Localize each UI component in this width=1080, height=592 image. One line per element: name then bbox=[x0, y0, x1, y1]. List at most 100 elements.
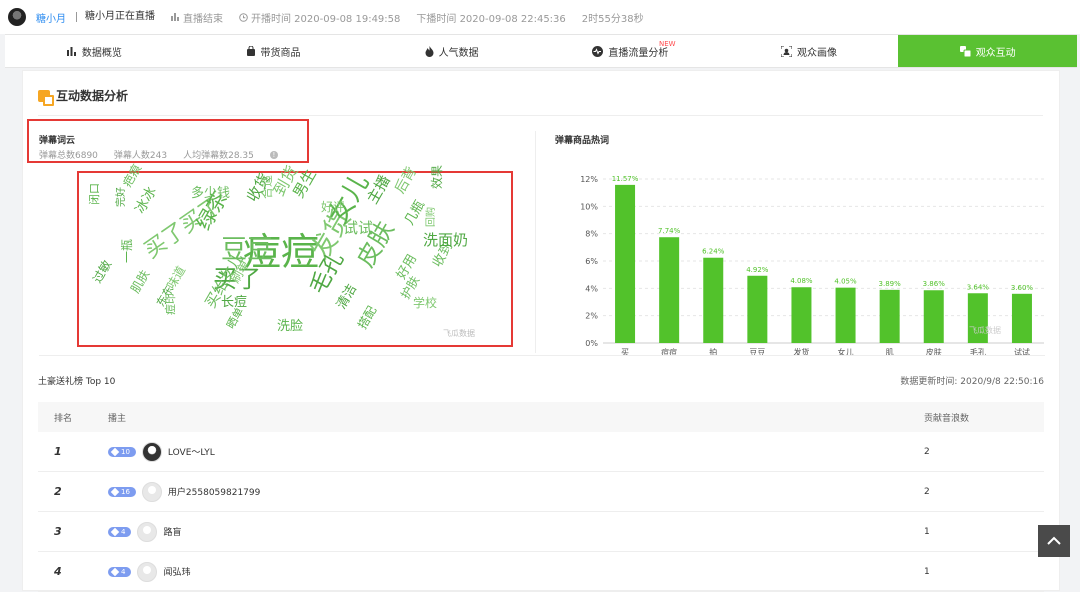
gift-ranking-title: 土豪送礼榜 Top 10 bbox=[38, 377, 116, 387]
danmu-people: 弹幕人数243 bbox=[113, 151, 168, 161]
data-label: 7.74% bbox=[658, 227, 681, 235]
word-cloud-word: 闭口 bbox=[88, 183, 101, 205]
avatar[interactable] bbox=[141, 441, 162, 462]
duration: 2时55分38秒 bbox=[581, 13, 644, 25]
user-name[interactable]: 路盲 bbox=[163, 525, 181, 538]
live-status: 糖小月正在直播 bbox=[76, 12, 155, 22]
gift-value: 1 bbox=[924, 566, 930, 577]
tab-popularity[interactable]: 人气数据 bbox=[362, 35, 541, 67]
tab-products[interactable]: 带货商品 bbox=[184, 35, 363, 67]
diamond-icon bbox=[110, 567, 120, 576]
interaction-icon bbox=[38, 89, 54, 106]
user-name[interactable]: 用户2558059821799 bbox=[168, 485, 260, 498]
table-row[interactable]: 1 10 LOVE～LYL 2 bbox=[38, 432, 1044, 472]
user-name[interactable]: LOVE～LYL bbox=[168, 445, 215, 458]
tab-traffic[interactable]: 直播流量分析 NEW bbox=[541, 35, 720, 67]
end-time: 下播时间 2020-09-08 22:45:36 bbox=[416, 13, 566, 25]
table-row[interactable]: 3 4 路盲 1 bbox=[38, 512, 1044, 552]
word-cloud-word: 好评 bbox=[321, 200, 346, 214]
data-label: 4.08% bbox=[790, 277, 813, 285]
gift-ranking-table: 排名 播主 贡献音浪数 1 10 LOVE～LYL 2 2 16 用户25580… bbox=[38, 402, 1044, 592]
chevron-up-icon bbox=[1047, 536, 1061, 545]
update-time: 数据更新时间: 2020/9/8 22:50:16 bbox=[900, 377, 1044, 387]
word-cloud-word: 过敏 bbox=[90, 257, 115, 286]
word-cloud-word: 回购 bbox=[426, 207, 437, 227]
watermark: 飞瓜数据 bbox=[969, 325, 1001, 335]
data-label: 3.89% bbox=[879, 280, 902, 288]
bar bbox=[1011, 293, 1032, 343]
rank-number: 2 bbox=[54, 485, 62, 498]
watermark: 飞瓜数据 bbox=[443, 329, 475, 338]
divider bbox=[535, 131, 536, 353]
table-header: 排名 播主 贡献音浪数 bbox=[38, 402, 1044, 432]
word-cloud-word: 学校 bbox=[413, 296, 438, 310]
word-cloud-word: 洗脸 bbox=[277, 319, 304, 334]
tab-bar: 数据概览 带货商品 人气数据 直播流量分析 NEW 观众画像 观众互动 bbox=[5, 34, 1078, 68]
avatar[interactable] bbox=[137, 561, 158, 582]
word-cloud-word: 效果 bbox=[430, 164, 444, 189]
word-cloud-word: 一瓶 bbox=[120, 238, 134, 263]
level-badge: 16 bbox=[108, 486, 136, 497]
column-host: 播主 bbox=[108, 413, 127, 424]
word-cloud-word: 洗面奶 bbox=[423, 231, 469, 249]
interaction-icon bbox=[959, 45, 971, 57]
column-rank: 排名 bbox=[54, 413, 73, 424]
user-name[interactable]: 闻弘玮 bbox=[163, 565, 190, 578]
word-cloud: 痘痘 豆豆 买了 发货 女儿 皮肤 毛孔 买了买了 绿茶 试试 主播 后背 几瓶 收到 洗面奶 学校 洗脸 买给女… bbox=[81, 162, 509, 345]
table-row[interactable]: 4 4 闻弘玮 1 bbox=[38, 552, 1044, 592]
word-cloud-word: 冰冰 bbox=[132, 184, 160, 217]
word-cloud-word: 多少钱 bbox=[191, 186, 231, 201]
bar bbox=[615, 184, 636, 343]
clock-icon bbox=[239, 12, 248, 22]
y-tick-label: 4% bbox=[585, 284, 598, 293]
word-cloud-word: 主播 bbox=[363, 172, 394, 207]
y-tick-label: 6% bbox=[585, 257, 598, 266]
word-cloud-word: 肌肤 bbox=[128, 267, 153, 296]
rank-number: 1 bbox=[54, 445, 62, 458]
word-cloud-word: 痘印 bbox=[164, 293, 177, 315]
y-tick-label: 0% bbox=[585, 339, 598, 348]
flame-icon bbox=[425, 45, 434, 57]
panel-title: 互动数据分析 bbox=[38, 87, 128, 106]
diamond-icon bbox=[110, 447, 120, 456]
data-label: 11.57% bbox=[612, 175, 639, 183]
data-label: 3.60% bbox=[1011, 284, 1034, 292]
chart-title: 弹幕商品热词 bbox=[555, 136, 610, 146]
wordcloud-stats: 弹幕总数6890 弹幕人数243 人均弹幕数28.35 ! bbox=[39, 148, 278, 161]
table-row[interactable]: 2 16 用户2558059821799 2 bbox=[38, 472, 1044, 512]
bar bbox=[659, 237, 680, 343]
word-cloud-word: 清洁 bbox=[334, 281, 361, 312]
interaction-panel: 互动数据分析 弹幕词云 弹幕总数6890 弹幕人数243 人均弹幕数28.35 … bbox=[22, 70, 1060, 592]
anchor-avatar[interactable] bbox=[8, 8, 26, 26]
new-badge: NEW bbox=[659, 40, 676, 48]
tab-audience-profile[interactable]: 观众画像 bbox=[720, 35, 899, 67]
word-cloud-word: 搭配 bbox=[355, 303, 380, 332]
data-label: 6.24% bbox=[702, 248, 725, 256]
bar-chart-icon bbox=[171, 13, 179, 21]
bar bbox=[791, 287, 812, 343]
pulse-icon bbox=[592, 45, 604, 57]
rank-number: 3 bbox=[54, 525, 62, 538]
data-label: 4.05% bbox=[834, 278, 857, 286]
level-badge: 4 bbox=[108, 566, 132, 577]
danmu-average: 人均弹幕数28.35 bbox=[183, 151, 254, 161]
data-label: 3.86% bbox=[923, 280, 946, 288]
avatar[interactable] bbox=[137, 521, 158, 542]
tab-overview[interactable]: 数据概览 bbox=[5, 35, 184, 67]
rank-number: 4 bbox=[54, 565, 62, 578]
y-tick-label: 10% bbox=[580, 202, 598, 211]
bar bbox=[747, 275, 768, 343]
bar bbox=[923, 290, 944, 343]
bar bbox=[879, 289, 900, 343]
level-badge: 4 bbox=[108, 526, 132, 537]
avatar[interactable] bbox=[141, 481, 162, 502]
y-tick-label: 12% bbox=[580, 175, 598, 184]
back-to-top-button[interactable] bbox=[1038, 525, 1070, 557]
y-tick-label: 2% bbox=[585, 312, 598, 321]
word-cloud-word: 疤痕 bbox=[120, 161, 145, 190]
info-icon[interactable]: ! bbox=[269, 150, 278, 159]
gift-value: 1 bbox=[924, 526, 930, 537]
gift-value: 2 bbox=[924, 446, 930, 457]
tab-audience-interaction[interactable]: 观众互动 bbox=[898, 35, 1078, 67]
anchor-name[interactable]: 糖小月 bbox=[36, 10, 66, 25]
